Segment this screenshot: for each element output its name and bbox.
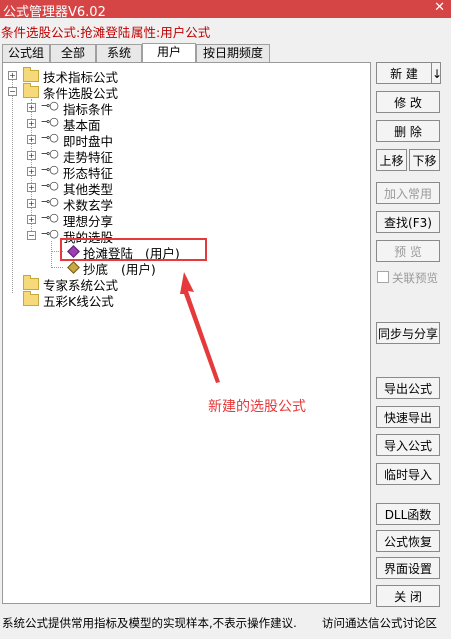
key-icon: ⊸○ [41,115,59,128]
formula-info-bar: 条件选股公式:抢滩登陆 属性:用户公式 [0,21,451,40]
delete-button[interactable]: 删 除 [376,120,440,142]
export-formula-button[interactable]: 导出公式 [376,377,440,399]
tab-formula-group[interactable]: 公式组 [2,44,50,62]
annotation-arrow [180,272,220,383]
tree-connector [51,241,52,268]
new-dropdown-arrow-icon[interactable]: ↓ [431,62,442,84]
dll-function-button[interactable]: DLL函数 [376,503,440,525]
title-bar: 公式管理器V6.02 ✕ [0,0,451,20]
folder-icon [23,83,39,98]
formula-name-text: 条件选股公式:抢滩登陆 [1,25,131,40]
expand-icon[interactable]: + [27,167,36,176]
edit-button[interactable]: 修 改 [376,91,440,113]
key-icon: ⊸○ [41,99,59,112]
key-icon: ⊸○ [41,163,59,176]
move-up-button[interactable]: 上移 [376,149,407,171]
preview-button[interactable]: 预 览 [376,240,440,262]
key-icon: ⊸○ [41,211,59,224]
tab-user[interactable]: 用户 [142,43,196,62]
folder-icon [23,275,39,290]
close-icon[interactable]: ✕ [434,0,445,15]
highlight-box [60,238,207,261]
key-icon: ⊸○ [41,179,59,192]
tree-connector [12,80,13,293]
find-button[interactable]: 查找(F3) [376,211,440,233]
expand-icon[interactable]: + [27,151,36,160]
expand-icon[interactable]: + [8,71,17,80]
ui-settings-button[interactable]: 界面设置 [376,557,440,579]
close-button[interactable]: 关 闭 [376,585,440,607]
status-bar: 系统公式提供常用指标及模型的实现样本,不表示操作建议. 访问通达信公式讨论区 [0,612,451,632]
tree-connector [51,267,63,268]
folder-icon [23,291,39,306]
status-text: 系统公式提供常用指标及模型的实现样本,不表示操作建议. [2,616,297,630]
tree-node-colored-kline[interactable]: 五彩K线公式 [43,291,114,310]
window-title: 公式管理器V6.02 [3,5,106,20]
expand-icon[interactable]: + [27,183,36,192]
move-down-button[interactable]: 下移 [409,149,440,171]
tab-system[interactable]: 系统 [96,44,142,62]
expand-icon[interactable]: + [27,199,36,208]
new-button[interactable]: 新 建 [376,62,432,84]
formula-attr-text: 属性:用户公式 [131,25,211,40]
tree-node-formula-tag: (用户) [121,262,156,277]
collapse-icon[interactable]: − [27,231,36,240]
expand-icon[interactable]: + [27,103,36,112]
tab-all[interactable]: 全部 [50,44,96,62]
folder-icon [23,67,39,82]
forum-link[interactable]: 访问通达信公式讨论区 [322,615,437,631]
import-formula-button[interactable]: 导入公式 [376,434,440,456]
expand-icon[interactable]: + [27,135,36,144]
link-preview-label: 关联预览 [392,271,438,285]
link-preview-checkbox[interactable]: 关联预览 [377,270,438,286]
tab-by-date[interactable]: 按日期频度 [196,44,270,62]
key-icon: ⊸○ [41,131,59,144]
key-icon: ⊸○ [41,147,59,160]
key-icon: ⊸○ [41,227,59,240]
formula-icon [67,261,80,274]
tab-bar: 公式组 全部 系统 用户 按日期频度 [0,43,451,62]
temp-import-button[interactable]: 临时导入 [376,463,440,485]
quick-export-button[interactable]: 快速导出 [376,406,440,428]
annotation-text: 新建的选股公式 [208,399,306,415]
collapse-icon[interactable]: − [8,87,17,96]
expand-icon[interactable]: + [27,215,36,224]
key-icon: ⊸○ [41,195,59,208]
sync-share-button[interactable]: 同步与分享 [376,322,440,344]
expand-icon[interactable]: + [27,119,36,128]
add-common-button[interactable]: 加入常用 [376,182,440,204]
formula-restore-button[interactable]: 公式恢复 [376,530,440,552]
